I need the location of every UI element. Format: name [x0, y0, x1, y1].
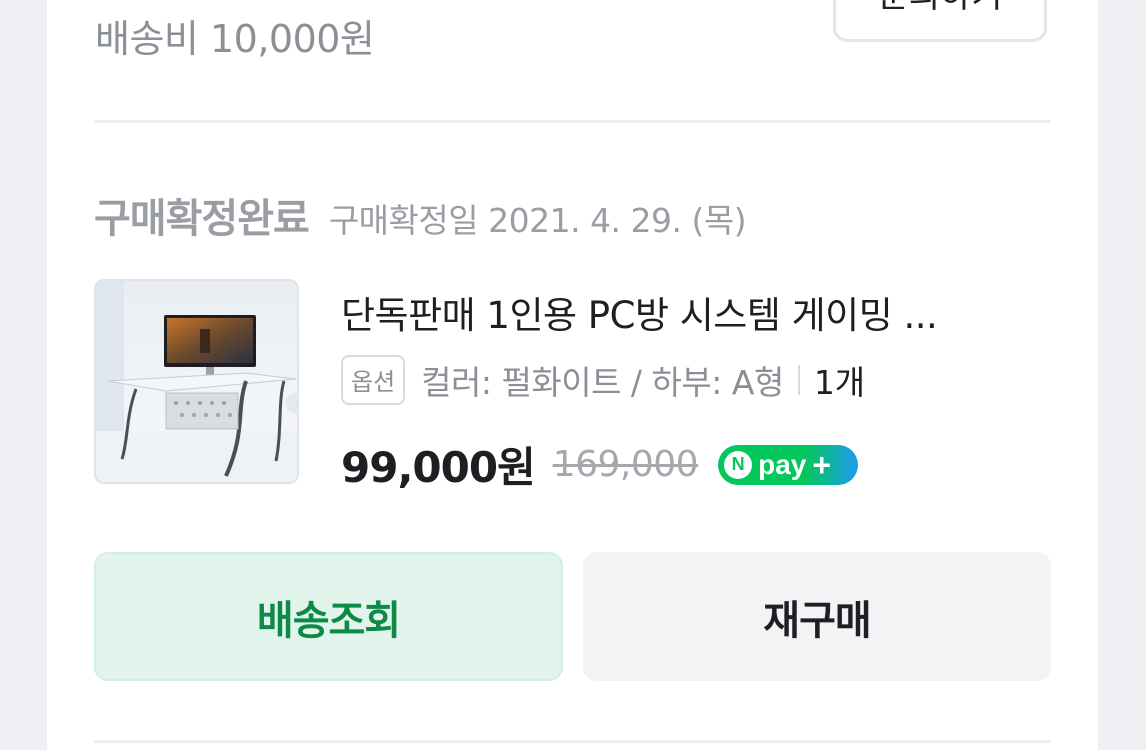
npay-n-icon: N: [724, 450, 753, 479]
original-price: 169,000: [552, 444, 699, 485]
plus-icon: +: [812, 446, 832, 483]
divider: [94, 740, 1051, 743]
option-tag: 옵션: [341, 355, 406, 405]
npay-text: pay: [758, 448, 807, 480]
option-text: 컬러: 펄화이트 / 하부: A형: [421, 363, 784, 402]
order-status-row: 구매확정완료 구매확정일 2021. 4. 29. (목): [94, 186, 747, 244]
product-title[interactable]: 단독판매 1인용 PC방 시스템 게이밍 ...: [341, 285, 1041, 339]
npay-plus-badge: N pay +: [718, 444, 859, 485]
shipping-fee: 배송비 10,000원: [95, 17, 375, 61]
order-card: 배송비 10,000원 문의하기 구매확정완료 구매확정일 2021. 4. 2…: [47, 0, 1098, 750]
order-status-label: 구매확정완료: [94, 196, 310, 242]
option-separator: [797, 365, 800, 395]
inquiry-button[interactable]: 문의하기: [833, 0, 1047, 42]
product-option-row: 옵션 컬러: 펄화이트 / 하부: A형 1개: [341, 355, 865, 405]
product-quantity: 1개: [813, 363, 866, 402]
order-confirm-date: 구매확정일 2021. 4. 29. (목): [328, 201, 747, 240]
product-image: [96, 281, 297, 482]
product-thumbnail[interactable]: [94, 279, 299, 484]
track-shipment-button[interactable]: 배송조회: [94, 552, 563, 681]
rebuy-button[interactable]: 재구매: [583, 552, 1051, 681]
sale-price: 99,000원: [341, 443, 536, 492]
divider: [94, 120, 1051, 123]
price-row: 99,000원 169,000 N pay +: [341, 434, 859, 495]
